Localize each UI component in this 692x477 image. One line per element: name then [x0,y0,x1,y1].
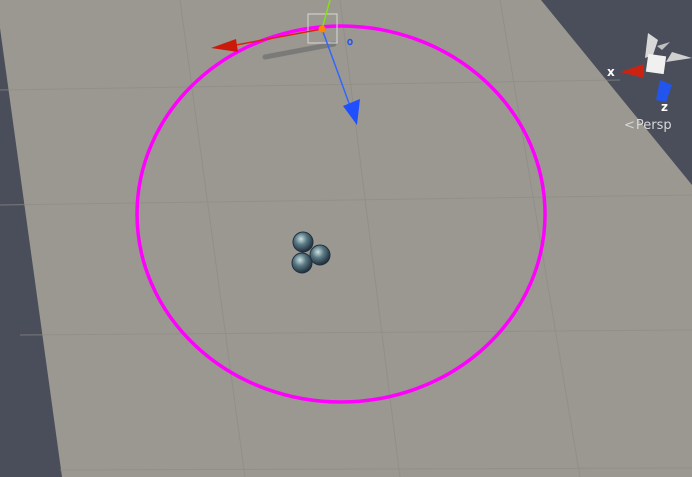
scene-canvas[interactable] [0,0,692,477]
neg-z-axis-cone-icon[interactable] [657,42,670,50]
x-axis-cone-icon[interactable] [620,64,644,78]
view-mode-toggle[interactable]: <Persp [624,118,672,133]
y-axis-cone-icon[interactable] [645,33,658,58]
neg-x-axis-cone-icon[interactable] [666,52,692,62]
x-axis-label: x [607,65,615,79]
view-mode-label: Persp [635,118,672,133]
center-cube-icon[interactable] [645,53,667,75]
ground-plane [0,0,692,477]
z-axis-cone-icon[interactable] [656,80,672,102]
scene-viewport[interactable]: x z <Persp [0,0,692,477]
pivot-point[interactable] [318,25,326,33]
z-axis-label: z [661,100,668,114]
orientation-gizmo[interactable]: x z <Persp [600,20,692,140]
perspective-arrow-icon: < [624,118,635,133]
